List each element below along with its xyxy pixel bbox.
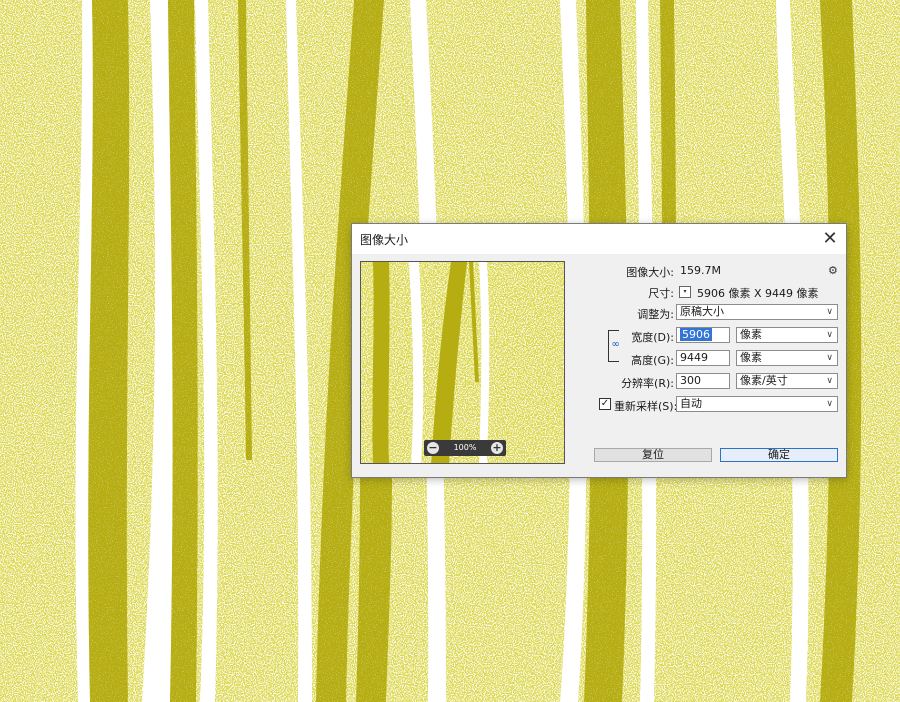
resample-value: 自动 <box>680 397 702 410</box>
width-unit: 像素 <box>740 328 762 341</box>
reset-button[interactable]: 复位 <box>594 448 712 462</box>
resample-checkbox[interactable]: ✓ <box>599 398 611 410</box>
ok-button[interactable]: 确定 <box>720 448 838 462</box>
chevron-down-icon: ∨ <box>826 307 833 317</box>
fit-to-label: 调整为: <box>637 308 674 321</box>
image-size-label: 图像大小: <box>626 266 674 279</box>
height-unit-select[interactable]: 像素 ∨ <box>736 350 838 366</box>
ok-button-label: 确定 <box>768 448 790 461</box>
zoom-in-icon[interactable]: + <box>491 442 503 454</box>
zoom-out-icon[interactable]: − <box>427 442 439 454</box>
height-input[interactable]: 9449 <box>676 350 730 366</box>
dimensions-dropdown-icon[interactable]: ▾ <box>679 286 691 298</box>
image-size-value: 159.7M <box>680 264 721 277</box>
resolution-label: 分辨率(R): <box>621 377 674 390</box>
image-preview[interactable]: − 100% + <box>360 261 565 464</box>
resolution-unit: 像素/英寸 <box>740 374 788 387</box>
preview-image <box>361 262 564 463</box>
reset-button-label: 复位 <box>642 448 664 461</box>
height-unit: 像素 <box>740 351 762 364</box>
width-unit-select[interactable]: 像素 ∨ <box>736 327 838 343</box>
dimensions-value: 5906 像素 X 9449 像素 <box>697 287 819 300</box>
resample-select[interactable]: 自动 ∨ <box>676 396 838 412</box>
dialog-titlebar[interactable]: 图像大小 ✕ <box>352 224 846 254</box>
image-size-dialog: 图像大小 ✕ − 100% + 图像大小: 159.7M ⚙ 尺寸: ▾ 590… <box>351 223 847 478</box>
resample-label: 重新采样(S): <box>614 400 678 413</box>
chevron-down-icon: ∨ <box>826 330 833 340</box>
chevron-down-icon: ∨ <box>826 353 833 363</box>
resolution-value: 300 <box>680 374 701 387</box>
fit-to-value: 原稿大小 <box>680 305 724 318</box>
width-value: 5906 <box>680 328 712 341</box>
zoom-level: 100% <box>453 443 477 452</box>
resolution-unit-select[interactable]: 像素/英寸 ∨ <box>736 373 838 389</box>
chevron-down-icon: ∨ <box>826 399 833 409</box>
width-input[interactable]: 5906 <box>676 327 730 343</box>
width-label: 宽度(D): <box>631 331 674 344</box>
height-label: 高度(G): <box>631 354 674 367</box>
resolution-input[interactable]: 300 <box>676 373 730 389</box>
fit-to-select[interactable]: 原稿大小 ∨ <box>676 304 838 320</box>
chevron-down-icon: ∨ <box>826 376 833 386</box>
dialog-title: 图像大小 <box>360 233 409 247</box>
dimensions-label: 尺寸: <box>648 287 674 300</box>
height-value: 9449 <box>680 351 708 364</box>
close-icon[interactable]: ✕ <box>814 224 846 254</box>
zoom-bar: − 100% + <box>424 440 506 456</box>
gear-icon[interactable]: ⚙ <box>828 264 838 277</box>
